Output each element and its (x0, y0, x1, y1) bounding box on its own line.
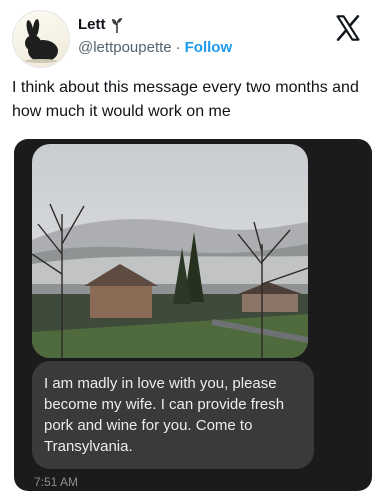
avatar[interactable] (12, 10, 70, 68)
plant-sprout-icon (111, 17, 122, 33)
landscape-photo (32, 144, 308, 358)
handle-row: @lettpoupette · Follow (78, 39, 232, 56)
display-name-row[interactable]: Lett (78, 16, 232, 33)
tweet-text: I think about this message every two mon… (12, 79, 359, 120)
author-info: Lett @lettpoupette · Follow (78, 16, 232, 56)
tweet-header: Lett @lettpoupette · Follow (12, 8, 368, 68)
x-logo-icon[interactable] (334, 14, 362, 42)
follow-button[interactable]: Follow (185, 39, 233, 56)
foggy-valley-image (32, 144, 308, 358)
separator-dot: · (175, 39, 181, 56)
tweet-media[interactable]: I am madly in love with you, please beco… (14, 139, 372, 491)
message-text: I am madly in love with you, please beco… (44, 375, 285, 455)
message-timestamp: 7:51 AM (34, 475, 79, 489)
handle[interactable]: @lettpoupette (78, 39, 172, 56)
display-name[interactable]: Lett (78, 16, 106, 33)
bunny-avatar (25, 19, 58, 63)
message-bubble: I am madly in love with you, please beco… (32, 361, 314, 469)
